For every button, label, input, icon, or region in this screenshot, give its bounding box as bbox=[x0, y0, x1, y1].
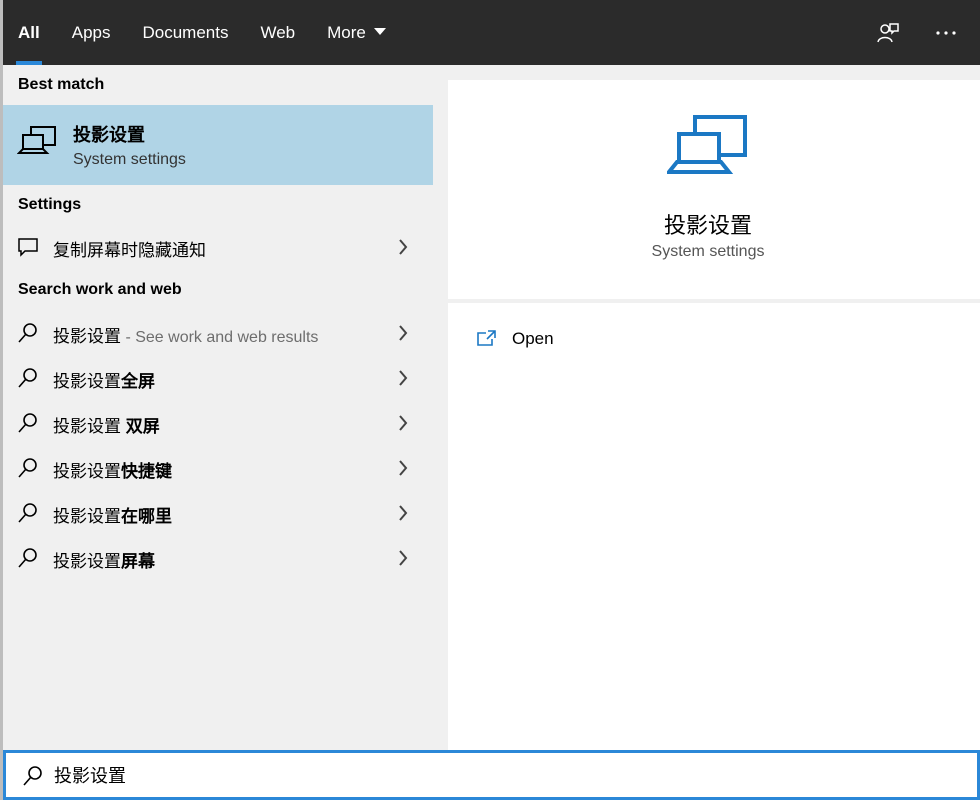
open-icon bbox=[476, 328, 498, 350]
query-text: 投影设置 bbox=[53, 327, 121, 346]
tab-label: Web bbox=[260, 22, 296, 42]
tab-web[interactable]: Web bbox=[260, 0, 295, 65]
chevron-right-icon bbox=[397, 237, 409, 257]
chevron-right-icon bbox=[397, 323, 409, 343]
suggestion-text: 双屏 bbox=[125, 417, 160, 436]
web-result-label: 投影设置在哪里 bbox=[53, 502, 172, 527]
notification-icon bbox=[17, 236, 39, 258]
web-result-item[interactable]: 投影设置 - See work and web results bbox=[3, 311, 433, 355]
query-text: 投影设置 bbox=[53, 552, 121, 571]
top-icons bbox=[876, 0, 958, 65]
tab-all[interactable]: All bbox=[16, 0, 42, 65]
preview-subtitle: System settings bbox=[651, 243, 765, 260]
search-icon bbox=[17, 412, 39, 434]
projector-icon bbox=[664, 114, 749, 183]
search-input[interactable] bbox=[54, 759, 934, 791]
query-text: 投影设置 bbox=[53, 507, 121, 526]
suggestion-text: 全屏 bbox=[121, 372, 155, 391]
search-icon bbox=[17, 322, 39, 344]
results-pane: Best match 投影设置 System settings Settings… bbox=[3, 65, 433, 750]
open-label: Open bbox=[512, 329, 554, 348]
tab-more[interactable]: More bbox=[327, 0, 386, 65]
query-text: 投影设置 bbox=[53, 417, 126, 436]
filter-tabs: All Apps Documents Web More bbox=[16, 0, 418, 65]
preview-pane: 投影设置 System settings Open bbox=[448, 80, 980, 750]
settings-item[interactable]: 复制屏幕时隐藏通知 bbox=[3, 225, 433, 269]
web-result-label: 投影设置快捷键 bbox=[53, 457, 172, 482]
web-result-item[interactable]: 投影设置快捷键 bbox=[3, 446, 433, 490]
best-match-item[interactable]: 投影设置 System settings bbox=[3, 105, 433, 185]
chevron-right-icon bbox=[397, 413, 409, 433]
tab-label: Documents bbox=[142, 22, 229, 42]
web-result-item[interactable]: 投影设置全屏 bbox=[3, 356, 433, 400]
search-box bbox=[3, 750, 980, 800]
tab-label: All bbox=[18, 22, 40, 42]
chevron-right-icon bbox=[397, 368, 409, 388]
open-action[interactable]: Open bbox=[476, 324, 554, 354]
search-icon bbox=[17, 547, 39, 569]
query-text: 投影设置 bbox=[53, 462, 121, 481]
suggestion-text: 屏幕 bbox=[121, 552, 155, 571]
best-match-title: 投影设置 bbox=[73, 125, 145, 145]
result-hint: - See work and web results bbox=[121, 329, 319, 346]
tab-label: Apps bbox=[71, 22, 111, 42]
suggestion-text: 在哪里 bbox=[121, 507, 172, 526]
window-edge bbox=[0, 0, 3, 800]
search-top-bar: All Apps Documents Web More bbox=[0, 0, 980, 65]
suggestion-text: 快捷键 bbox=[121, 462, 172, 481]
web-result-label: 投影设置 - See work and web results bbox=[53, 322, 318, 347]
best-match-header: Best match bbox=[18, 76, 105, 93]
web-result-label: 投影设置 双屏 bbox=[53, 412, 160, 437]
chevron-right-icon bbox=[397, 503, 409, 523]
search-icon bbox=[17, 502, 39, 524]
search-web-header: Search work and web bbox=[18, 281, 182, 298]
more-options-icon[interactable] bbox=[934, 21, 958, 45]
web-result-label: 投影设置全屏 bbox=[53, 367, 155, 392]
web-result-item[interactable]: 投影设置屏幕 bbox=[3, 536, 433, 580]
projector-icon bbox=[16, 125, 59, 164]
caret-down-icon bbox=[373, 27, 386, 39]
settings-header: Settings bbox=[18, 196, 82, 213]
web-result-label: 投影设置屏幕 bbox=[53, 547, 155, 572]
web-result-item[interactable]: 投影设置在哪里 bbox=[3, 491, 433, 535]
feedback-icon[interactable] bbox=[876, 21, 900, 45]
search-icon bbox=[22, 765, 44, 787]
chevron-right-icon bbox=[397, 458, 409, 478]
preview-title: 投影设置 bbox=[663, 213, 752, 238]
tab-label: More bbox=[327, 22, 366, 42]
search-icon bbox=[17, 367, 39, 389]
divider bbox=[448, 299, 980, 303]
query-text: 投影设置 bbox=[53, 372, 121, 391]
chevron-right-icon bbox=[397, 548, 409, 568]
settings-item-label: 复制屏幕时隐藏通知 bbox=[53, 241, 206, 260]
search-icon bbox=[17, 457, 39, 479]
best-match-subtitle: System settings bbox=[73, 151, 186, 168]
tab-apps[interactable]: Apps bbox=[72, 0, 111, 65]
tab-documents[interactable]: Documents bbox=[142, 0, 228, 65]
web-result-item[interactable]: 投影设置 双屏 bbox=[3, 401, 433, 445]
